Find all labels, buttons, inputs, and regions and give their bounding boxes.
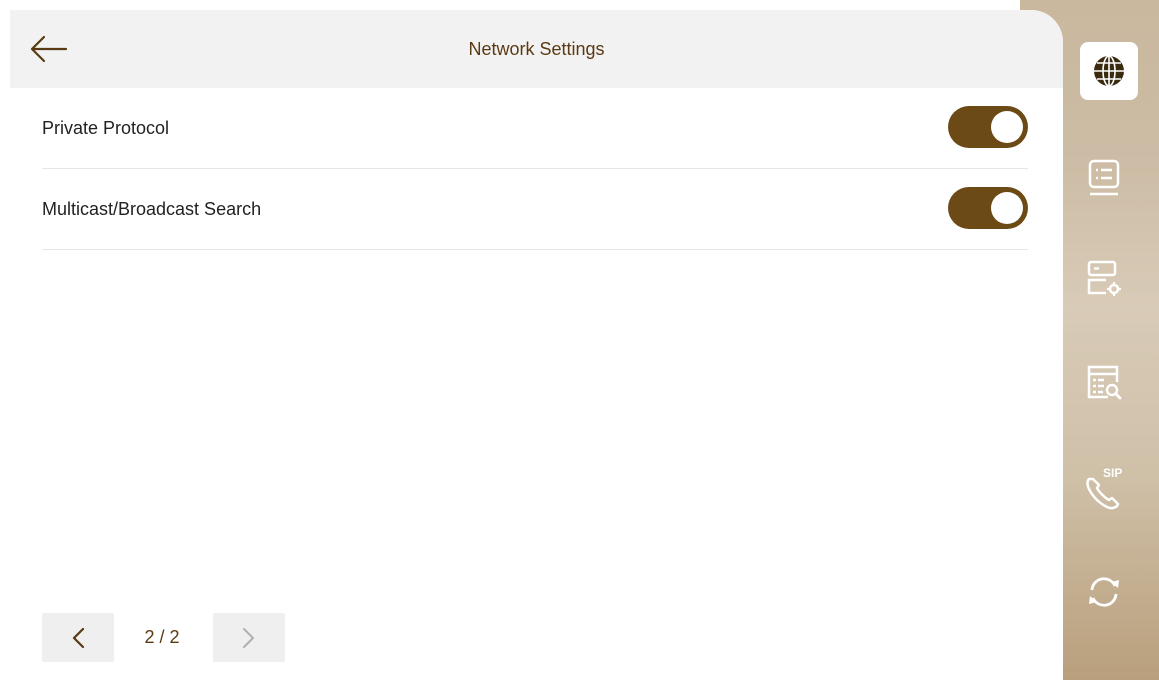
- setting-label: Multicast/Broadcast Search: [42, 199, 262, 219]
- main-panel: Network Settings Private Protocol Multic…: [10, 10, 1063, 680]
- log-search-icon: [1087, 365, 1122, 400]
- sip-label: SIP: [1103, 466, 1122, 480]
- refresh-icon: [1089, 577, 1119, 607]
- page-indicator: 2 / 2: [144, 627, 180, 647]
- sidebar-item-device-list[interactable]: [1070, 148, 1138, 208]
- setting-label: Private Protocol: [42, 118, 170, 138]
- prev-page-button[interactable]: [42, 613, 114, 662]
- device-list-icon: [1088, 159, 1120, 196]
- sip-phone-icon: SIP: [1086, 466, 1122, 510]
- sidebar-item-server-settings[interactable]: [1070, 248, 1138, 308]
- sidebar-item-log-search[interactable]: [1070, 352, 1138, 412]
- chevron-right-icon: [243, 627, 254, 648]
- sidebar-item-network[interactable]: [1080, 42, 1138, 100]
- globe-icon: [1094, 55, 1124, 87]
- sidebar-item-sync[interactable]: [1070, 562, 1138, 622]
- server-settings-icon: [1087, 260, 1121, 296]
- private-protocol-toggle[interactable]: [948, 106, 1028, 148]
- setting-row-private-protocol: Private Protocol: [42, 88, 1028, 169]
- multicast-search-toggle[interactable]: [948, 187, 1028, 229]
- sidebar-item-sip[interactable]: SIP: [1070, 458, 1138, 518]
- toggle-knob: [991, 111, 1023, 143]
- header-bar: Network Settings: [10, 10, 1063, 88]
- chevron-left-icon: [72, 627, 85, 648]
- page-title: Network Settings: [468, 39, 605, 59]
- setting-row-multicast-search: Multicast/Broadcast Search: [42, 169, 1028, 250]
- toggle-knob: [991, 192, 1023, 224]
- next-page-button[interactable]: [213, 613, 285, 662]
